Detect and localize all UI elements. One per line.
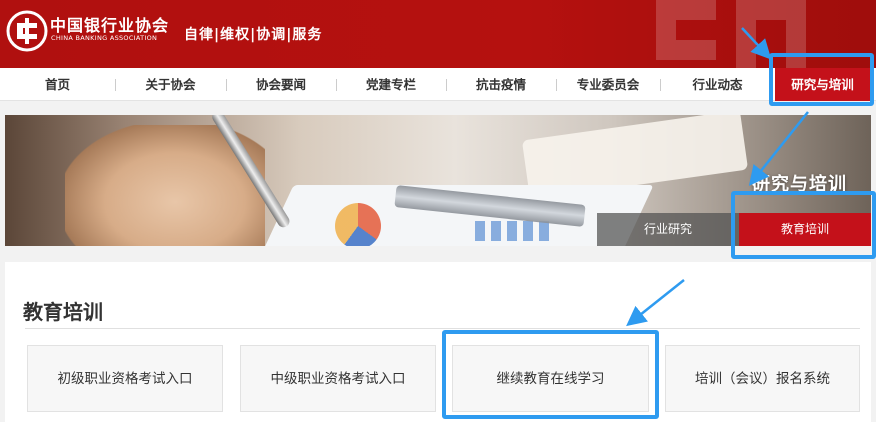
arrow-to-subtab bbox=[748, 111, 809, 186]
page: 中国银行业协会 CHINA BANKING ASSOCIATION 自律|维权|… bbox=[0, 0, 876, 422]
arrow-to-card bbox=[626, 279, 685, 327]
annotation-arrows bbox=[626, 27, 809, 327]
arrow-to-nav bbox=[741, 27, 772, 60]
